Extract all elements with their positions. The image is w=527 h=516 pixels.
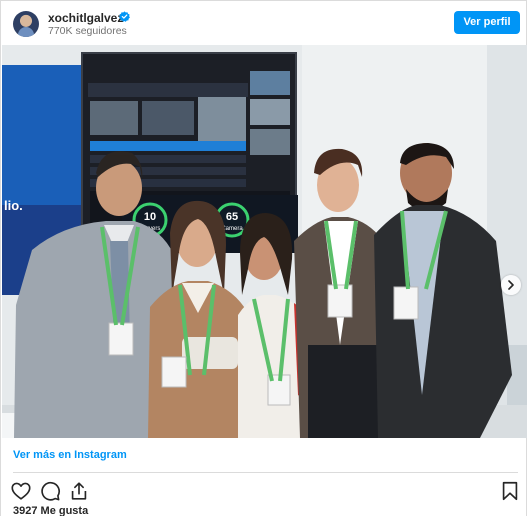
share-icon[interactable] (68, 480, 90, 502)
like-count: 3927 Me gusta (13, 505, 89, 516)
view-more-link[interactable]: Ver más en Instagram (13, 449, 127, 461)
divider (13, 472, 518, 473)
verified-badge-icon (119, 11, 130, 22)
servers-value: 10 (144, 211, 156, 223)
chevron-right-icon (508, 280, 514, 290)
comment-icon[interactable] (39, 480, 61, 502)
followers-count: 770K seguidores (48, 25, 127, 37)
bookmark-icon[interactable] (499, 480, 521, 502)
heart-icon[interactable] (10, 480, 32, 502)
view-profile-button[interactable]: Ver perfil (454, 11, 520, 34)
photo-scene: lio. 10 Servers 65 Camera (2, 45, 527, 438)
next-slide-button[interactable] (501, 275, 521, 295)
instagram-embed: xochitlgalvez 770K seguidores Ver perfil… (0, 0, 527, 516)
username[interactable]: xochitlgalvez (48, 11, 123, 25)
cameras-value: 65 (226, 211, 238, 223)
post-header: xochitlgalvez 770K seguidores Ver perfil (1, 1, 526, 45)
post-photo[interactable]: lio. 10 Servers 65 Camera (2, 45, 527, 438)
side-screen-text: lio. (4, 198, 23, 213)
avatar[interactable] (13, 11, 39, 37)
